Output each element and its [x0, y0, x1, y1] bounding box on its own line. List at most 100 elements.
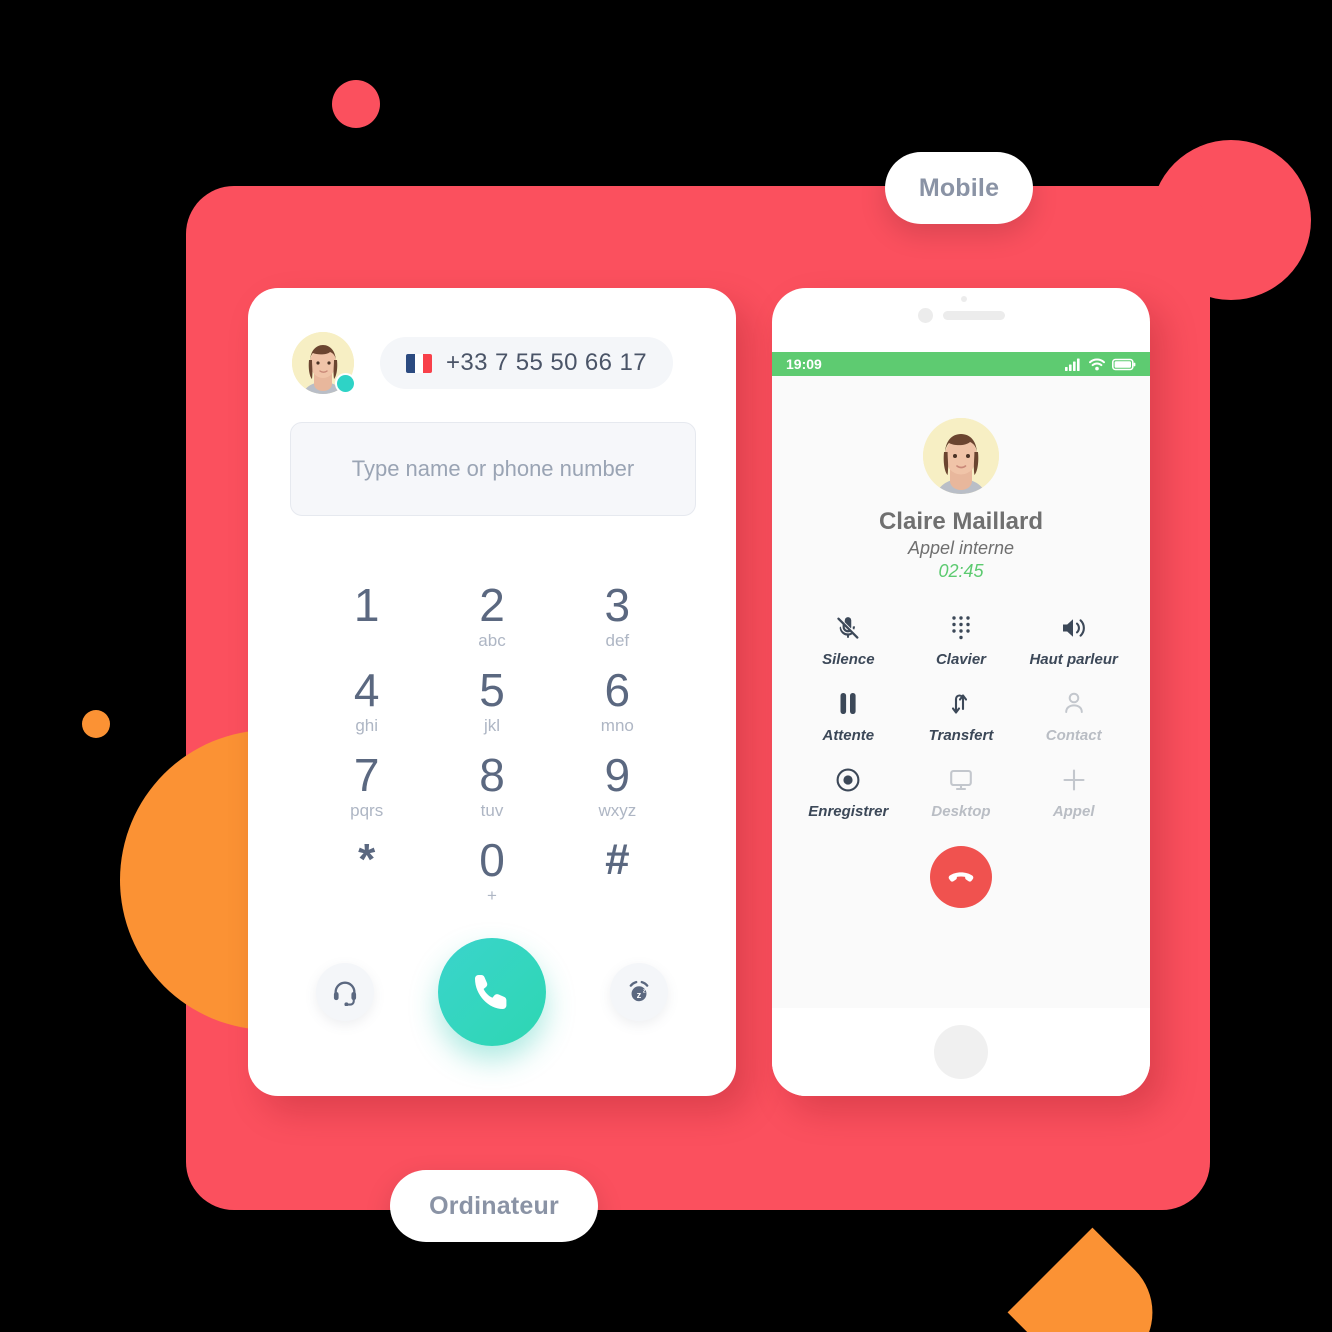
- contact-info: Claire Maillard Appel interne 02:45: [772, 418, 1150, 582]
- status-bar-icons: [1065, 358, 1136, 371]
- dialpad-key-2[interactable]: 2 abc: [429, 580, 554, 665]
- label-mobile: Mobile: [885, 152, 1033, 224]
- contact-name: Claire Maillard: [878, 508, 1044, 535]
- call-control-silence[interactable]: Silence: [792, 614, 905, 668]
- speaker-icon: [1060, 614, 1088, 642]
- dialpad-key-6[interactable]: 6 mno: [555, 665, 680, 750]
- dialpad-key-8[interactable]: 8 tuv: [429, 750, 554, 835]
- hangup-button[interactable]: [930, 846, 992, 908]
- call-control-label: Enregistrer: [808, 803, 889, 820]
- dialpad-key-letters: pqrs: [350, 801, 384, 820]
- dialpad-key-1[interactable]: 1: [304, 580, 429, 665]
- pause-icon: [836, 690, 860, 718]
- dialpad-key-number: 4: [353, 664, 380, 716]
- battery-icon: [1112, 358, 1136, 370]
- search-input[interactable]: Type name or phone number: [290, 422, 696, 516]
- call-control-transfert[interactable]: Transfert: [905, 690, 1018, 744]
- record-icon: [835, 766, 861, 794]
- call-icon: [475, 975, 507, 1009]
- dialpad-key-number: 8: [479, 749, 505, 801]
- svg-text:z: z: [643, 989, 646, 995]
- dialpad-key-letters: +: [487, 886, 497, 905]
- avatar-photo: [923, 418, 999, 494]
- desktop-softphone-card: +33 7 55 50 66 17 Type name or phone num…: [248, 288, 736, 1096]
- dialpad-key-0[interactable]: 0 +: [429, 835, 554, 920]
- phone-number-text: +33 7 55 50 66 17: [446, 349, 647, 376]
- caller-identity-row: +33 7 55 50 66 17: [292, 332, 673, 394]
- dialpad-key-number: 6: [604, 664, 631, 716]
- call-timer: 02:45: [938, 561, 984, 581]
- phone-notch: [772, 296, 1150, 323]
- dialpad-key-letters: mno: [600, 716, 634, 735]
- dialpad-key-star[interactable]: *: [304, 835, 429, 920]
- earpiece-speaker-icon: [942, 311, 1005, 320]
- call-control-label: Silence: [822, 651, 875, 668]
- status-bar: 19:09: [772, 352, 1150, 376]
- monitor-icon: [948, 766, 974, 794]
- person-icon: [1062, 690, 1086, 718]
- label-ordinateur: Ordinateur: [390, 1170, 598, 1242]
- do-not-disturb-icon: z z: [629, 980, 649, 1002]
- dialpad-key-number: 3: [604, 579, 631, 631]
- dialpad-key-5[interactable]: 5 jkl: [429, 665, 554, 750]
- call-controls-grid: Silence Clavier Haut parleur Attente Transfe…: [772, 614, 1150, 820]
- dialpad-key-letters: def: [605, 631, 630, 650]
- call-control-desktop: Desktop: [905, 766, 1018, 820]
- plus-icon: [1061, 766, 1087, 794]
- dialpad-key-number: 0: [479, 834, 505, 886]
- call-type-label: Appel interne: [907, 538, 1015, 558]
- call-control-haut-parleur[interactable]: Haut parleur: [1017, 614, 1130, 668]
- sensor-dot-icon: [961, 296, 967, 302]
- dialpad-key-number: 1: [353, 579, 380, 631]
- dialpad-key-9[interactable]: 9 wxyz: [555, 750, 680, 835]
- call-control-enregistrer[interactable]: Enregistrer: [792, 766, 905, 820]
- call-control-label: Desktop: [931, 803, 991, 820]
- decorative-dot-orange-small: [82, 710, 110, 738]
- hangup-row: [772, 846, 1150, 908]
- dialpad-key-letters: ghi: [355, 716, 378, 735]
- call-control-label: Attente: [822, 727, 875, 744]
- label-ordinateur-text: Ordinateur: [429, 1191, 559, 1220]
- dialpad-key-4[interactable]: 4 ghi: [304, 665, 429, 750]
- mobile-phone-card: 19:09 Claire Maillard Appel interne 02:4…: [772, 288, 1150, 1096]
- home-button[interactable]: [934, 1025, 988, 1079]
- call-control-contact: Contact: [1017, 690, 1130, 744]
- dialpad-key-number: 9: [604, 749, 631, 801]
- dialpad-key-hash[interactable]: #: [555, 835, 680, 920]
- label-mobile-text: Mobile: [918, 173, 1000, 202]
- call-control-label: Haut parleur: [1029, 651, 1118, 668]
- call-control-label: Clavier: [935, 651, 987, 668]
- dialpad-key-letters: tuv: [480, 801, 504, 820]
- dialpad-key-number: *: [358, 835, 376, 884]
- in-call-screen: Claire Maillard Appel interne 02:45 Sile…: [772, 376, 1150, 1008]
- dialpad-key-letters: jkl: [483, 716, 501, 735]
- cellular-signal-icon: [1065, 358, 1080, 371]
- online-status-dot: [335, 373, 356, 394]
- dialpad-key-number: #: [605, 835, 630, 884]
- desktop-action-bar: z z: [248, 938, 736, 1046]
- microphone-muted-icon: [835, 614, 861, 642]
- avatar-illustration: [923, 418, 999, 494]
- call-button[interactable]: [438, 938, 546, 1046]
- headset-button[interactable]: [316, 963, 374, 1021]
- call-control-attente[interactable]: Attente: [792, 690, 905, 744]
- front-camera-icon: [917, 308, 933, 323]
- svg-text:z: z: [637, 990, 642, 1000]
- call-control-label: Appel: [1052, 803, 1095, 820]
- illustration-canvas: Mobile Ordinateur +33 7 55 50 66 17 Type…: [0, 0, 1332, 1332]
- status-bar-time: 19:09: [786, 356, 822, 372]
- dialpad-key-3[interactable]: 3 def: [555, 580, 680, 665]
- dialpad-key-number: 7: [353, 749, 380, 801]
- dialpad-key-7[interactable]: 7 pqrs: [304, 750, 429, 835]
- search-placeholder-text: Type name or phone number: [351, 456, 635, 481]
- keypad-icon: [949, 614, 973, 642]
- dialpad-key-letters: abc: [478, 631, 506, 650]
- home-indicator-bar: [772, 1008, 1150, 1096]
- call-control-label: Contact: [1045, 727, 1102, 744]
- phone-number-chip[interactable]: +33 7 55 50 66 17: [380, 337, 673, 389]
- do-not-disturb-button[interactable]: z z: [610, 963, 668, 1021]
- avatar: [292, 332, 356, 394]
- dialpad: 1 2 abc 3 def 4 ghi 5 jkl 6 mno 7 pqrs 8 tuv 9 wxyz * 0 + #: [304, 580, 680, 920]
- call-control-clavier[interactable]: Clavier: [905, 614, 1018, 668]
- call-control-label: Transfert: [928, 727, 994, 744]
